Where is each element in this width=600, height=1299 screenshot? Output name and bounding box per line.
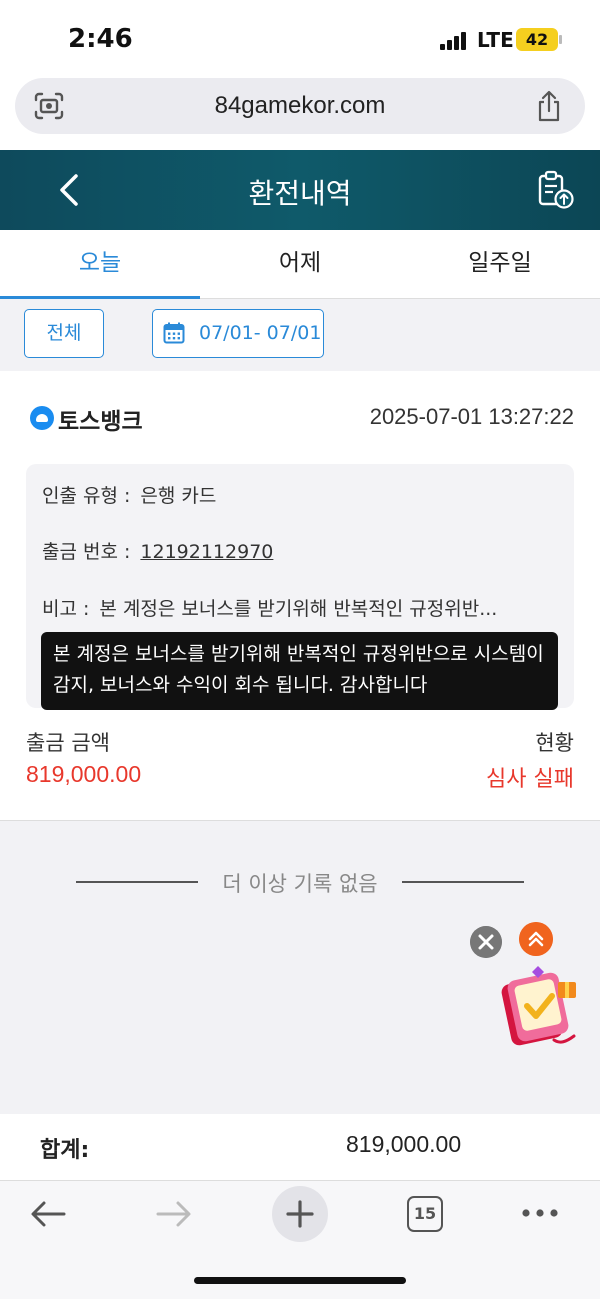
- status-bar: 2:46 LTE 42: [0, 0, 600, 78]
- battery-icon: 42: [516, 28, 558, 51]
- date-range-button[interactable]: 07/01- 07/01: [152, 309, 324, 358]
- url-bar-container: 84gamekor.com: [0, 78, 600, 150]
- amount-value: 819,000.00: [26, 761, 142, 787]
- home-indicator: [194, 1277, 406, 1284]
- withdraw-type-row: 인출 유형 : 은행 카드: [42, 481, 216, 508]
- withdraw-number-label: 출금 번호 :: [42, 541, 131, 563]
- share-icon[interactable]: [535, 90, 563, 122]
- tab-today[interactable]: 오늘: [0, 230, 200, 298]
- status-time: 2:46: [68, 24, 133, 54]
- app-header: 환전내역: [0, 150, 600, 230]
- no-more-records-text: 더 이상 기록 없음: [222, 872, 378, 896]
- withdraw-number-value[interactable]: 12192112970: [140, 541, 273, 563]
- note-label: 비고 :: [42, 598, 90, 620]
- record-datetime: 2025-07-01 13:27:22: [369, 404, 574, 429]
- scroll-top-icon[interactable]: [519, 922, 553, 956]
- url-text[interactable]: 84gamekor.com: [15, 92, 585, 120]
- date-range-label: 07/01- 07/01: [199, 322, 322, 344]
- no-more-records: 더 이상 기록 없음: [76, 868, 524, 898]
- divider-right: [402, 881, 524, 883]
- signal-icon: [440, 32, 468, 50]
- url-bar[interactable]: 84gamekor.com: [15, 78, 585, 134]
- withdrawal-record-card: 토스뱅크 2025-07-01 13:27:22 인출 유형 : 은행 카드 출금…: [0, 371, 600, 821]
- tab-week[interactable]: 일주일: [400, 230, 600, 298]
- amount-label: 출금 금액: [26, 731, 110, 755]
- close-icon[interactable]: [470, 926, 502, 958]
- new-tab-icon[interactable]: [272, 1186, 328, 1242]
- note-value[interactable]: 본 계정은 보너스를 받기위해 반복적인 규정위반...: [99, 598, 497, 620]
- network-label: LTE: [477, 28, 514, 52]
- status-label: 현황: [535, 731, 574, 755]
- record-detail-box: 인출 유형 : 은행 카드 출금 번호 : 12192112970 비고 : 본 계정…: [26, 464, 574, 710]
- withdraw-number-row: 출금 번호 : 12192112970: [42, 537, 273, 564]
- note-row[interactable]: 비고 : 본 계정은 보너스를 받기위해 반복적인 규정위반...: [42, 594, 497, 621]
- status-value: 심사 실패: [486, 767, 574, 792]
- date-tabs: 오늘 어제 일주일: [0, 230, 600, 299]
- bank-name: 토스뱅크: [58, 409, 143, 435]
- note-tooltip: 본 계정은 보너스를 받기위해 반복적인 규정위반으로 시스템이 감지, 보너스…: [41, 632, 558, 710]
- tab-yesterday[interactable]: 어제: [200, 230, 400, 298]
- total-bar: 합계: 819,000.00: [0, 1114, 600, 1180]
- tabs-count-button[interactable]: 15: [407, 1196, 443, 1232]
- page-title: 환전내역: [248, 177, 352, 210]
- clipboard-upload-icon[interactable]: [536, 170, 576, 210]
- event-gift-icon[interactable]: [494, 962, 584, 1052]
- filter-all-button[interactable]: 전체: [24, 309, 104, 358]
- battery-nub: [559, 35, 562, 44]
- calendar-icon: [163, 322, 185, 344]
- withdraw-type-value: 은행 카드: [140, 485, 217, 507]
- browser-forward-icon[interactable]: [154, 1197, 194, 1231]
- toss-bank-logo-icon: [30, 406, 54, 430]
- withdraw-type-label: 인출 유형 :: [42, 485, 131, 507]
- total-value: 819,000.00: [346, 1131, 462, 1157]
- browser-back-icon[interactable]: [28, 1197, 68, 1231]
- total-label: 합계:: [40, 1138, 90, 1163]
- filter-row: 전체 07/01- 07/01: [0, 299, 600, 371]
- more-options-icon[interactable]: [520, 1207, 560, 1219]
- browser-toolbar: 15: [0, 1180, 600, 1299]
